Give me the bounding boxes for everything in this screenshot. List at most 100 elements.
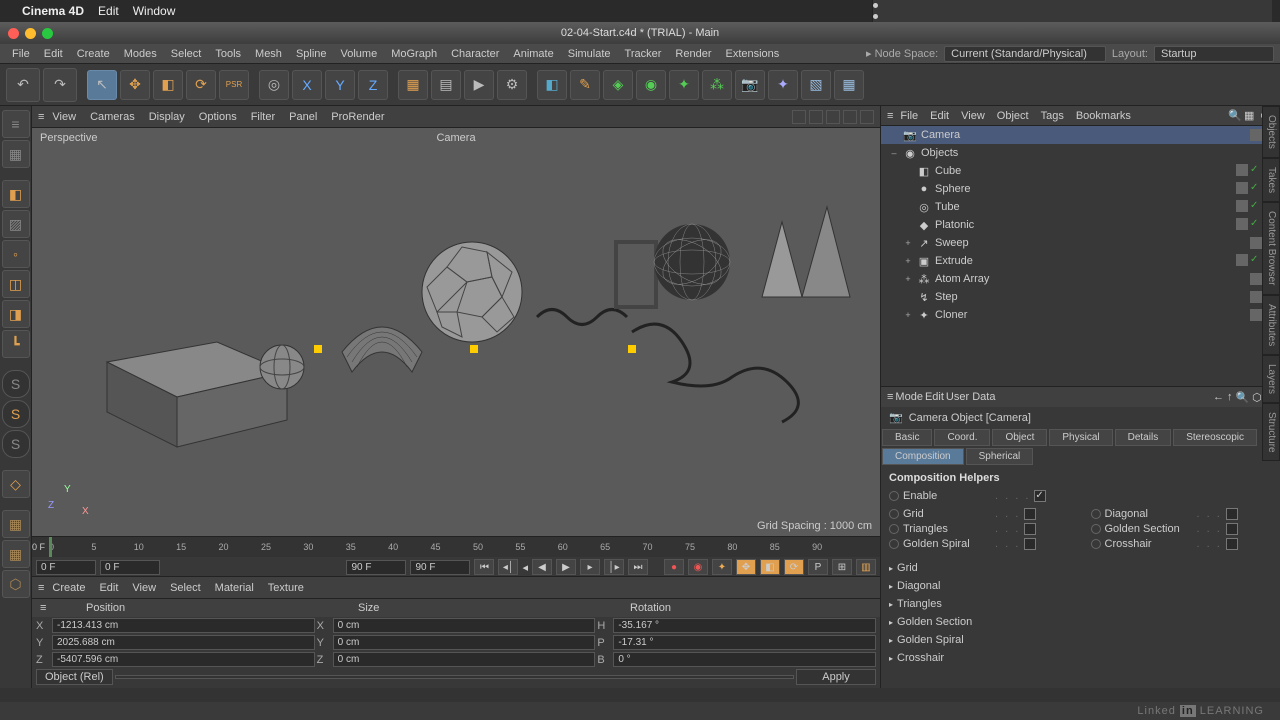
mograph-menu[interactable]: MoGraph	[385, 46, 443, 62]
grid-1-button[interactable]: ▦	[2, 510, 30, 538]
visible-tag[interactable]: ✓	[1250, 218, 1262, 230]
key-p-button[interactable]: ✥	[736, 559, 756, 575]
enable-checkbox[interactable]	[1034, 490, 1046, 502]
hamburger-icon[interactable]: ≡	[887, 391, 893, 403]
playhead[interactable]	[49, 537, 52, 557]
filter-icon[interactable]: ▦	[1244, 109, 1258, 123]
attr-userdata-menu[interactable]: User Data	[946, 391, 996, 403]
golden-section-checkbox[interactable]	[1226, 523, 1238, 535]
param-dot[interactable]	[1091, 524, 1101, 534]
add-spline-button[interactable]: ✎	[570, 70, 600, 100]
dock-tab-layers[interactable]: Layers	[1262, 355, 1280, 403]
play-back-button[interactable]: ◀	[532, 559, 552, 575]
modes-menu[interactable]: Modes	[118, 46, 163, 62]
expand-icon[interactable]: +	[903, 238, 913, 248]
tab-object[interactable]: Object	[992, 429, 1047, 446]
pos-x-field[interactable]	[52, 618, 315, 633]
visible-tag[interactable]: ✓	[1250, 200, 1262, 212]
play-render-button[interactable]: ▶	[464, 70, 494, 100]
snap-3-button[interactable]: S	[2, 430, 30, 458]
layer-tag[interactable]	[1250, 309, 1262, 321]
mode-polygon-button[interactable]: ◨	[2, 300, 30, 328]
up-icon[interactable]: ↑	[1227, 391, 1233, 404]
axis-y-button[interactable]: Y	[325, 70, 355, 100]
axis-x-button[interactable]: X	[292, 70, 322, 100]
mac-edit-menu[interactable]: Edit	[98, 4, 119, 18]
dock-tab-content-browser[interactable]: Content Browser	[1262, 202, 1280, 294]
add-field-button[interactable]: ✦	[669, 70, 699, 100]
autokey-button[interactable]: ◉	[688, 559, 708, 575]
param-dot[interactable]	[1091, 509, 1101, 519]
tree-row-cube[interactable]: ◧Cube✓	[881, 162, 1280, 180]
play-button[interactable]: ▶	[556, 559, 576, 575]
dock-tab-attributes[interactable]: Attributes	[1262, 295, 1280, 355]
add-cube-button[interactable]: ◧	[537, 70, 567, 100]
tree-row-cloner[interactable]: +✦Cloner✓	[881, 306, 1280, 324]
rot-p-field[interactable]	[613, 635, 876, 650]
obj-bookmarks-menu[interactable]: Bookmarks	[1071, 108, 1136, 124]
create-menu[interactable]: Create	[71, 46, 116, 62]
end2-frame-field[interactable]	[410, 560, 470, 575]
timeline-ruler[interactable]: 0 5 10 15 20 25 30 35 40 45 50 55 60 65 …	[32, 537, 880, 557]
param-dot[interactable]	[889, 524, 899, 534]
select-tool[interactable]: ↖	[87, 70, 117, 100]
tree-row-tube[interactable]: ◎Tube✓	[881, 198, 1280, 216]
render-region-button[interactable]: ▤	[431, 70, 461, 100]
layout-dropdown[interactable]: Startup	[1154, 46, 1274, 62]
key-param-button[interactable]: P	[808, 559, 828, 575]
mode-model-button[interactable]: ≡	[2, 110, 30, 138]
viewport-layout-icons[interactable]	[792, 110, 874, 124]
mode-edge-button[interactable]: ◫	[2, 270, 30, 298]
expand-icon[interactable]: +	[903, 310, 913, 320]
render-menu[interactable]: Render	[669, 46, 717, 62]
attr-edit-menu[interactable]: Edit	[925, 391, 944, 403]
tab-physical[interactable]: Physical	[1049, 429, 1112, 446]
add-mograph-button[interactable]: ⁂	[702, 70, 732, 100]
add-material-button[interactable]: ▦	[834, 70, 864, 100]
section-grid[interactable]: ▸Grid	[889, 559, 1272, 577]
coord-mode-dropdown[interactable]: Object (Rel)	[36, 669, 113, 685]
param-dot[interactable]	[889, 509, 899, 519]
tracker-menu[interactable]: Tracker	[619, 46, 668, 62]
mode-object-button[interactable]: ▦	[2, 140, 30, 168]
param-dot[interactable]	[1091, 539, 1101, 549]
mac-window-menu[interactable]: Window	[133, 4, 176, 18]
visible-tag[interactable]: ✓	[1250, 164, 1262, 176]
tab-spherical[interactable]: Spherical	[966, 448, 1034, 465]
tab-details[interactable]: Details	[1115, 429, 1172, 446]
hamburger-icon[interactable]: ≡	[38, 111, 44, 123]
layer-tag[interactable]	[1250, 273, 1262, 285]
render-button[interactable]: ▦	[398, 70, 428, 100]
crosshair-checkbox[interactable]	[1226, 538, 1238, 550]
mode-texture-button[interactable]: ▨	[2, 210, 30, 238]
size-y-field[interactable]	[333, 635, 596, 650]
layer-tag[interactable]	[1250, 237, 1262, 249]
triangles-checkbox[interactable]	[1024, 523, 1036, 535]
close-icon[interactable]	[8, 28, 19, 39]
axis-z-button[interactable]: Z	[358, 70, 388, 100]
tree-row-objects[interactable]: –◉Objects	[881, 144, 1280, 162]
mode-point-button[interactable]: ◦	[2, 240, 30, 268]
start-frame-field[interactable]	[100, 560, 160, 575]
options-menu[interactable]: Options	[193, 109, 243, 125]
panel-menu[interactable]: Panel	[283, 109, 323, 125]
mode-axis-button[interactable]: ┗	[2, 330, 30, 358]
tab-basic[interactable]: Basic	[882, 429, 932, 446]
visible-tag[interactable]: ✓	[1250, 182, 1262, 194]
tree-row-step[interactable]: ↯Step✓	[881, 288, 1280, 306]
tree-row-sweep[interactable]: +↗Sweep✓	[881, 234, 1280, 252]
redo-button[interactable]: ↷	[43, 68, 77, 102]
prev-key-button[interactable]: ◂│	[498, 559, 518, 575]
obj-view-menu[interactable]: View	[956, 108, 990, 124]
zoom-icon[interactable]	[42, 28, 53, 39]
move-tool[interactable]: ✥	[120, 70, 150, 100]
rot-b-field[interactable]	[613, 652, 876, 667]
handle-right[interactable]	[628, 345, 636, 353]
param-dot[interactable]	[889, 539, 899, 549]
mat-edit-menu[interactable]: Edit	[93, 580, 124, 596]
grid-3-button[interactable]: ⬡	[2, 570, 30, 598]
obj-edit-menu[interactable]: Edit	[925, 108, 954, 124]
spline-menu[interactable]: Spline	[290, 46, 333, 62]
select-menu[interactable]: Select	[165, 46, 208, 62]
undo-button[interactable]: ↶	[6, 68, 40, 102]
